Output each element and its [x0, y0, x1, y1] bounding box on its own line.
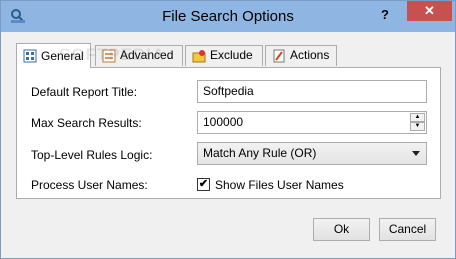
spin-down-icon[interactable]: ▼	[410, 122, 425, 131]
rules-logic-select[interactable]: Match Any Rule (OR)	[197, 142, 427, 165]
ok-button[interactable]: Ok	[313, 218, 370, 241]
rules-logic-value: Match Any Rule (OR)	[203, 146, 317, 160]
chevron-down-icon	[412, 151, 420, 156]
exclude-icon	[192, 50, 206, 63]
general-tab-panel: Default Report Title: Softpedia Max Sear…	[16, 67, 441, 199]
show-user-names-label[interactable]: Show Files User Names	[215, 178, 344, 192]
max-results-label: Max Search Results:	[31, 116, 142, 130]
tab-exclude-label: Exclude	[210, 48, 253, 62]
general-icon	[23, 49, 37, 63]
tab-general[interactable]: General	[16, 43, 91, 68]
spin-up-icon[interactable]: ▲	[410, 113, 425, 122]
title-bar: File Search Options ? ✕	[1, 1, 455, 32]
tab-general-label: General	[41, 49, 84, 63]
tab-actions[interactable]: Actions	[265, 45, 337, 66]
cancel-button[interactable]: Cancel	[379, 218, 436, 241]
actions-icon	[273, 49, 285, 63]
process-user-label: Process User Names:	[31, 178, 148, 192]
tab-advanced-label: Advanced	[120, 48, 174, 62]
close-button[interactable]: ✕	[407, 1, 452, 21]
tab-actions-label: Actions	[290, 48, 330, 62]
show-user-names-checkbox[interactable]: ✔	[197, 178, 210, 191]
max-results-value: 100000	[203, 115, 244, 129]
spin-buttons: ▲ ▼	[410, 113, 425, 132]
tab-advanced[interactable]: Advanced	[95, 45, 183, 66]
max-results-stepper[interactable]: 100000 ▲ ▼	[197, 111, 427, 134]
help-button[interactable]: ?	[373, 6, 397, 24]
tab-exclude[interactable]: Exclude	[185, 45, 263, 66]
report-title-label: Default Report Title:	[31, 85, 138, 99]
rules-logic-label: Top-Level Rules Logic:	[31, 148, 153, 162]
report-title-input[interactable]: Softpedia	[197, 80, 427, 103]
advanced-icon	[102, 49, 116, 63]
file-search-options-dialog: File Search Options ? ✕ SOFTPEDIA Genera…	[0, 0, 456, 259]
